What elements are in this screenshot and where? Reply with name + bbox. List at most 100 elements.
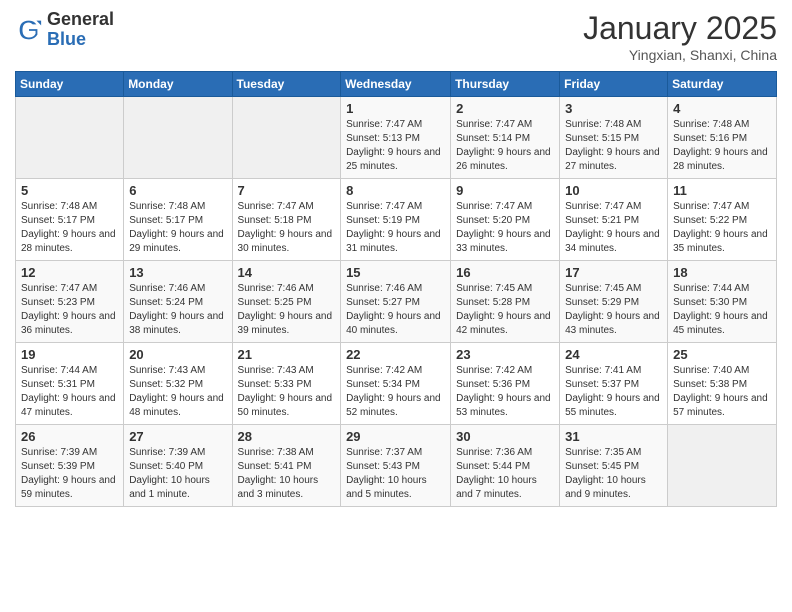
day-number: 14 xyxy=(238,265,336,280)
day-number: 1 xyxy=(346,101,445,116)
day-info: Sunrise: 7:47 AMSunset: 5:14 PMDaylight:… xyxy=(456,118,554,174)
calendar-cell: 25 Sunrise: 7:40 AMSunset: 5:38 PMDayligh… xyxy=(668,343,777,425)
day-number: 26 xyxy=(21,429,118,444)
calendar-cell: 14 Sunrise: 7:46 AMSunset: 5:25 PMDayligh… xyxy=(232,261,341,343)
day-number: 13 xyxy=(129,265,226,280)
calendar-cell: 10 Sunrise: 7:47 AMSunset: 5:21 PMDayligh… xyxy=(560,179,668,261)
day-info: Sunrise: 7:46 AMSunset: 5:25 PMDaylight:… xyxy=(238,282,336,338)
day-number: 22 xyxy=(346,347,445,362)
calendar-cell xyxy=(668,425,777,507)
day-info: Sunrise: 7:48 AMSunset: 5:15 PMDaylight:… xyxy=(565,118,662,174)
calendar-cell: 28 Sunrise: 7:38 AMSunset: 5:41 PMDayligh… xyxy=(232,425,341,507)
day-info: Sunrise: 7:41 AMSunset: 5:37 PMDaylight:… xyxy=(565,364,662,420)
calendar-cell xyxy=(232,97,341,179)
col-header-thursday: Thursday xyxy=(451,72,560,97)
day-info: Sunrise: 7:40 AMSunset: 5:38 PMDaylight:… xyxy=(673,364,771,420)
calendar-cell: 8 Sunrise: 7:47 AMSunset: 5:19 PMDaylight… xyxy=(341,179,451,261)
logo-general: General xyxy=(47,10,114,30)
day-info: Sunrise: 7:45 AMSunset: 5:28 PMDaylight:… xyxy=(456,282,554,338)
day-info: Sunrise: 7:48 AMSunset: 5:17 PMDaylight:… xyxy=(129,200,226,256)
day-number: 6 xyxy=(129,183,226,198)
day-number: 21 xyxy=(238,347,336,362)
day-number: 19 xyxy=(21,347,118,362)
calendar-cell xyxy=(16,97,124,179)
month-title: January 2025 xyxy=(583,10,777,47)
calendar-table: SundayMondayTuesdayWednesdayThursdayFrid… xyxy=(15,71,777,507)
day-number: 3 xyxy=(565,101,662,116)
day-info: Sunrise: 7:39 AMSunset: 5:39 PMDaylight:… xyxy=(21,446,118,502)
day-number: 9 xyxy=(456,183,554,198)
day-info: Sunrise: 7:45 AMSunset: 5:29 PMDaylight:… xyxy=(565,282,662,338)
calendar-week-2: 5 Sunrise: 7:48 AMSunset: 5:17 PMDaylight… xyxy=(16,179,777,261)
calendar-cell: 19Sunrise: 7:44 AMSunset: 5:31 PMDayligh… xyxy=(16,343,124,425)
day-number: 12 xyxy=(21,265,118,280)
day-info: Sunrise: 7:47 AMSunset: 5:13 PMDaylight:… xyxy=(346,118,445,174)
day-info: Sunrise: 7:47 AMSunset: 5:18 PMDaylight:… xyxy=(238,200,336,256)
page: General Blue January 2025 Yingxian, Shan… xyxy=(0,0,792,612)
calendar-cell: 21Sunrise: 7:43 AMSunset: 5:33 PMDayligh… xyxy=(232,343,341,425)
col-header-monday: Monday xyxy=(124,72,232,97)
calendar-cell: 6 Sunrise: 7:48 AMSunset: 5:17 PMDaylight… xyxy=(124,179,232,261)
calendar-cell: 13 Sunrise: 7:46 AMSunset: 5:24 PMDayligh… xyxy=(124,261,232,343)
day-info: Sunrise: 7:46 AMSunset: 5:27 PMDaylight:… xyxy=(346,282,445,338)
day-info: Sunrise: 7:44 AMSunset: 5:30 PMDaylight:… xyxy=(673,282,771,338)
day-info: Sunrise: 7:47 AMSunset: 5:21 PMDaylight:… xyxy=(565,200,662,256)
calendar-cell: 31Sunrise: 7:35 AMSunset: 5:45 PMDayligh… xyxy=(560,425,668,507)
day-number: 15 xyxy=(346,265,445,280)
col-header-friday: Friday xyxy=(560,72,668,97)
calendar-cell: 23 Sunrise: 7:42 AMSunset: 5:36 PMDayligh… xyxy=(451,343,560,425)
day-number: 2 xyxy=(456,101,554,116)
calendar-cell: 24 Sunrise: 7:41 AMSunset: 5:37 PMDayligh… xyxy=(560,343,668,425)
day-info: Sunrise: 7:47 AMSunset: 5:22 PMDaylight:… xyxy=(673,200,771,256)
calendar-cell: 17 Sunrise: 7:45 AMSunset: 5:29 PMDayligh… xyxy=(560,261,668,343)
day-info: Sunrise: 7:38 AMSunset: 5:41 PMDaylight:… xyxy=(238,446,336,502)
day-number: 11 xyxy=(673,183,771,198)
calendar-cell: 30Sunrise: 7:36 AMSunset: 5:44 PMDayligh… xyxy=(451,425,560,507)
calendar-cell: 1 Sunrise: 7:47 AMSunset: 5:13 PMDaylight… xyxy=(341,97,451,179)
day-info: Sunrise: 7:47 AMSunset: 5:19 PMDaylight:… xyxy=(346,200,445,256)
col-header-saturday: Saturday xyxy=(668,72,777,97)
day-info: Sunrise: 7:35 AMSunset: 5:45 PMDaylight:… xyxy=(565,446,662,502)
day-info: Sunrise: 7:46 AMSunset: 5:24 PMDaylight:… xyxy=(129,282,226,338)
day-number: 28 xyxy=(238,429,336,444)
logo-icon xyxy=(15,16,43,44)
day-number: 10 xyxy=(565,183,662,198)
calendar-cell: 12 Sunrise: 7:47 AMSunset: 5:23 PMDayligh… xyxy=(16,261,124,343)
day-number: 7 xyxy=(238,183,336,198)
calendar-cell: 2 Sunrise: 7:47 AMSunset: 5:14 PMDaylight… xyxy=(451,97,560,179)
logo: General Blue xyxy=(15,10,114,50)
day-info: Sunrise: 7:47 AMSunset: 5:23 PMDaylight:… xyxy=(21,282,118,338)
calendar-cell: 9Sunrise: 7:47 AMSunset: 5:20 PMDaylight… xyxy=(451,179,560,261)
col-header-tuesday: Tuesday xyxy=(232,72,341,97)
day-number: 17 xyxy=(565,265,662,280)
calendar-header-row: SundayMondayTuesdayWednesdayThursdayFrid… xyxy=(16,72,777,97)
calendar-cell: 29Sunrise: 7:37 AMSunset: 5:43 PMDayligh… xyxy=(341,425,451,507)
header: General Blue January 2025 Yingxian, Shan… xyxy=(15,10,777,63)
day-number: 29 xyxy=(346,429,445,444)
day-number: 5 xyxy=(21,183,118,198)
day-info: Sunrise: 7:48 AMSunset: 5:17 PMDaylight:… xyxy=(21,200,118,256)
day-number: 20 xyxy=(129,347,226,362)
calendar-cell: 11 Sunrise: 7:47 AMSunset: 5:22 PMDayligh… xyxy=(668,179,777,261)
day-info: Sunrise: 7:36 AMSunset: 5:44 PMDaylight:… xyxy=(456,446,554,502)
logo-text: General Blue xyxy=(47,10,114,50)
day-number: 8 xyxy=(346,183,445,198)
day-info: Sunrise: 7:39 AMSunset: 5:40 PMDaylight:… xyxy=(129,446,226,502)
day-info: Sunrise: 7:43 AMSunset: 5:32 PMDaylight:… xyxy=(129,364,226,420)
col-header-wednesday: Wednesday xyxy=(341,72,451,97)
day-number: 27 xyxy=(129,429,226,444)
logo-blue: Blue xyxy=(47,30,114,50)
calendar-cell: 18Sunrise: 7:44 AMSunset: 5:30 PMDayligh… xyxy=(668,261,777,343)
day-number: 24 xyxy=(565,347,662,362)
calendar-cell: 5 Sunrise: 7:48 AMSunset: 5:17 PMDaylight… xyxy=(16,179,124,261)
calendar-cell xyxy=(124,97,232,179)
calendar-week-4: 19Sunrise: 7:44 AMSunset: 5:31 PMDayligh… xyxy=(16,343,777,425)
day-number: 25 xyxy=(673,347,771,362)
day-number: 23 xyxy=(456,347,554,362)
col-header-sunday: Sunday xyxy=(16,72,124,97)
calendar-cell: 22Sunrise: 7:42 AMSunset: 5:34 PMDayligh… xyxy=(341,343,451,425)
title-area: January 2025 Yingxian, Shanxi, China xyxy=(583,10,777,63)
day-info: Sunrise: 7:42 AMSunset: 5:36 PMDaylight:… xyxy=(456,364,554,420)
calendar-cell: 20 Sunrise: 7:43 AMSunset: 5:32 PMDayligh… xyxy=(124,343,232,425)
calendar-week-1: 1 Sunrise: 7:47 AMSunset: 5:13 PMDaylight… xyxy=(16,97,777,179)
